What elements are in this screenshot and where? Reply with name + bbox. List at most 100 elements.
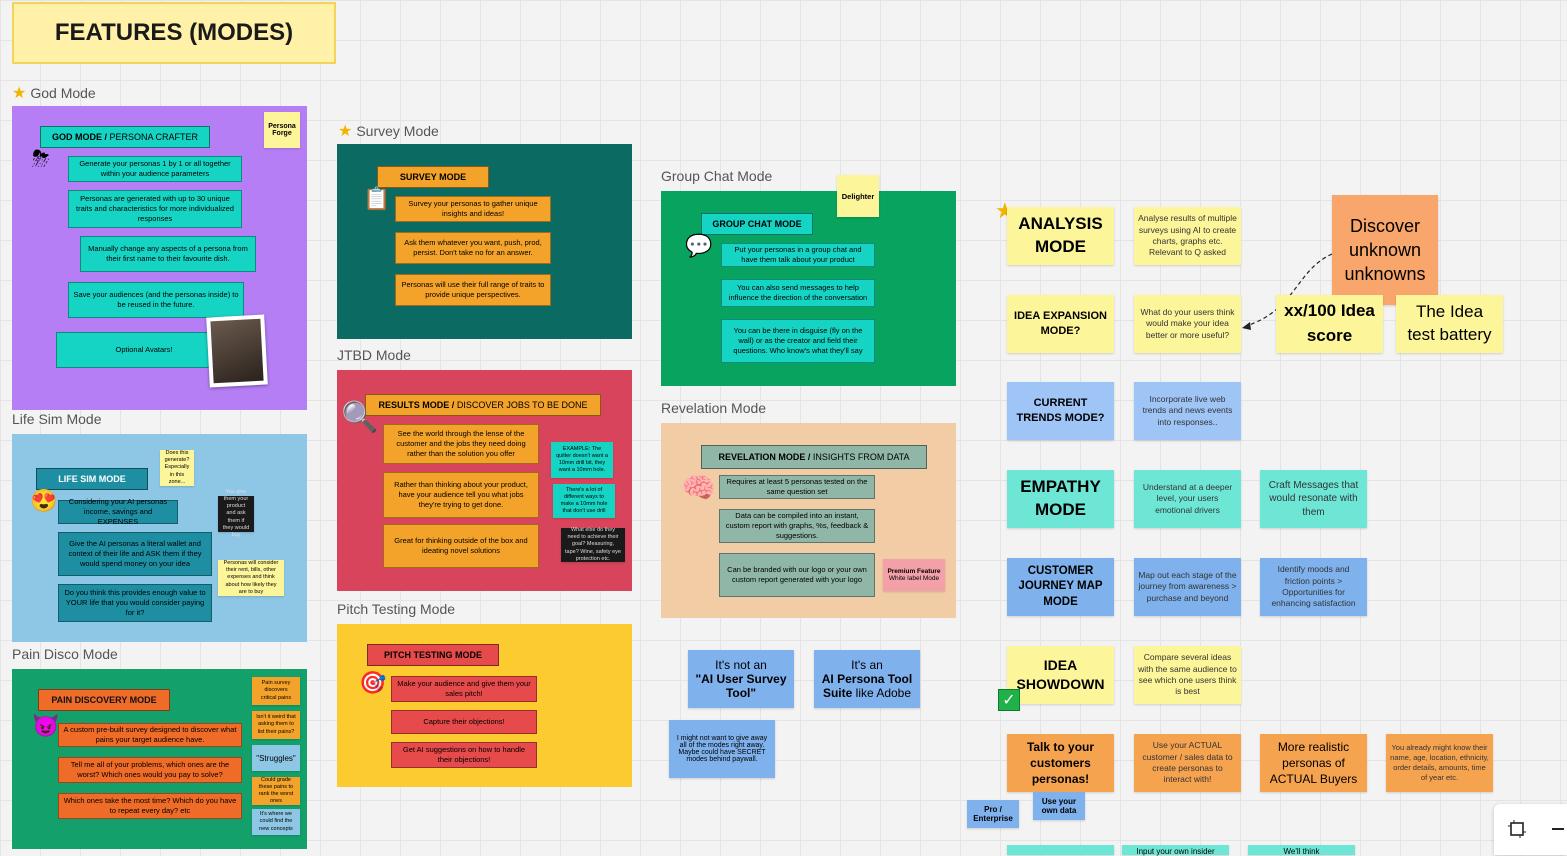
frame-label-god[interactable]: ★ God Mode [12, 83, 96, 103]
analysis-mode-note[interactable]: ANALYSIS MODE [1007, 207, 1114, 265]
jtbd-frame[interactable]: RESULTS MODE / DISCOVER JOBS TO BE DONE … [337, 370, 632, 591]
avatar-photo[interactable] [206, 314, 268, 388]
group-chat-frame[interactable]: Delighter GROUP CHAT MODE 💬 Put your per… [661, 175, 956, 386]
magnifier-icon: 🔍 [341, 401, 379, 434]
current-trends-note[interactable]: CURRENT TRENDS MODE? [1007, 382, 1114, 440]
talk-to-customers-note[interactable]: Talk to your customers personas! [1007, 734, 1114, 792]
not-survey-pre: It's not an [715, 658, 767, 672]
talk-desc-note[interactable]: Use your ACTUAL customer / sales data to… [1134, 734, 1241, 792]
devil-face-icon: 😈 [32, 713, 60, 738]
jtbd-header: RESULTS MODE / DISCOVER JOBS TO BE DONE [365, 394, 601, 416]
god-mode-header: GOD MODE / PERSONA CRAFTER [40, 126, 210, 148]
bottom-sticky-2[interactable]: Input your own insider [1122, 845, 1229, 856]
premium-label: Premium Feature [887, 568, 941, 575]
frame-label-jtbd[interactable]: JTBD Mode [337, 347, 411, 363]
survey-item-3: Personas will use their full range of tr… [395, 274, 551, 306]
pitch-item-2: Capture their objections! [391, 710, 537, 734]
life-item-3: Do you think this provides enough value … [58, 584, 212, 622]
survey-frame[interactable]: SURVEY MODE 📋 Survey your personas to ga… [337, 144, 632, 339]
delighter-tag: Delighter [837, 175, 879, 217]
brain-icon: 🧠 [681, 472, 716, 503]
empathy-mode-note[interactable]: EMPATHY MODE [1007, 470, 1114, 528]
jtbd-note-1: EXAMPLE: The quilter doesn't want a 10mm… [551, 442, 613, 478]
clipboard-icon: 📋 [363, 186, 391, 211]
revelation-item-2: Data can be compiled into an instant, cu… [719, 509, 875, 543]
frame-label-pain[interactable]: Pain Disco Mode [12, 646, 118, 662]
persona-suite-note[interactable]: It's an AI Persona Tool Suite like Adobe [814, 650, 920, 708]
paywall-note[interactable]: I might not want to give away all of the… [669, 720, 775, 778]
life-item-1: Considering your AI personas income, sav… [58, 497, 178, 526]
discover-unknowns-note[interactable]: Discover unknown unknowns [1332, 195, 1438, 305]
frame-label-revelation[interactable]: Revelation Mode [661, 400, 766, 416]
idea-showdown-desc-note[interactable]: Compare several ideas with the same audi… [1134, 646, 1241, 704]
not-survey-tool-note[interactable]: It's not an "AI User Survey Tool" [688, 650, 794, 708]
premium-sublabel: White label Mode [888, 575, 940, 582]
bottom-sticky-1[interactable] [1007, 845, 1114, 855]
frame-label-survey[interactable]: ★ Survey Mode [338, 121, 439, 141]
god-mode-frame[interactable]: GOD MODE / PERSONA CRAFTER Persona Forge… [12, 106, 307, 410]
jtbd-note-2: There's a lot of different ways to make … [553, 484, 615, 518]
own-data-note[interactable]: Use your own data [1033, 792, 1085, 820]
idea-showdown-note[interactable]: IDEA SHOWDOWN [1007, 646, 1114, 704]
idea-expansion-note[interactable]: IDEA EXPANSION MODE? [1007, 295, 1114, 353]
pain-note-1: Pain survey discovers critical pains [252, 677, 300, 705]
analysis-desc-note[interactable]: Analyse results of multiple surveys usin… [1134, 207, 1241, 265]
board-title[interactable]: FEATURES (MODES) [12, 2, 336, 64]
pain-disco-frame[interactable]: PAIN DISCOVERY MODE 😈 A custom pre-built… [12, 669, 307, 849]
life-sim-header: LIFE SIM MODE [36, 468, 148, 490]
jtbd-note-3: What else do they need to achieve their … [561, 527, 625, 562]
checkmark-icon: ✓ [998, 689, 1020, 711]
jtbd-item-3: Great for thinking outside of the box an… [383, 524, 539, 568]
revelation-header: REVELATION MODE / INSIGHTS FROM DATA [701, 445, 927, 469]
zoom-out-icon[interactable] [1552, 828, 1564, 830]
empathy-desc-note[interactable]: Understand at a deeper level, your users… [1134, 470, 1241, 528]
pro-enterprise-note[interactable]: Pro / Enterprise [967, 800, 1019, 828]
group-item-1: Put your personas in a group chat and ha… [721, 243, 875, 267]
survey-item-2: Ask them whatever you want, push, prod, … [395, 232, 551, 264]
pitch-header: PITCH TESTING MODE [367, 644, 499, 666]
persona-suite-rest: like Adobe [852, 686, 912, 700]
talk-desc2-note[interactable]: More realistic personas of ACTUAL Buyers [1260, 734, 1367, 792]
god-item-5: Optional Avatars! [56, 332, 232, 368]
god-item-2: Personas are generated with up to 30 uni… [68, 190, 242, 228]
pitch-item-3: Get AI suggestions on how to handle thei… [391, 742, 537, 768]
empathy-desc2-note[interactable]: Craft Messages that would resonate with … [1260, 470, 1367, 528]
pitch-frame[interactable]: PITCH TESTING MODE 🎯 Make your audience … [337, 624, 632, 787]
talk-desc3-note[interactable]: You already might know their name, age, … [1386, 734, 1493, 792]
speech-bubble-icon: 💬 [685, 233, 713, 258]
idea-score-note[interactable]: xx/100 Idea score [1276, 295, 1383, 353]
group-item-3: You can be there in disguise (fly on the… [721, 319, 875, 363]
persona-forge-tag: Persona Forge [264, 112, 300, 148]
bottom-sticky-3[interactable]: We'll think [1248, 845, 1355, 856]
premium-feature-tag: Premium Feature White label Mode [883, 559, 945, 591]
life-item-2: Give the AI personas a literal wallet an… [58, 532, 212, 576]
life-sim-frame[interactable]: LIFE SIM MODE 😍 Considering your AI pers… [12, 434, 307, 642]
current-trends-desc-note[interactable]: Incorporate live web trends and news eve… [1134, 382, 1241, 440]
star-eyes-emoji-icon: 😍 [30, 488, 58, 513]
frame-label-group[interactable]: Group Chat Mode [661, 168, 772, 184]
journey-desc-note[interactable]: Map out each stage of the journey from a… [1134, 558, 1241, 616]
pain-note-2: Isn't it weird that asking them to list … [252, 711, 300, 739]
revelation-frame[interactable]: REVELATION MODE / INSIGHTS FROM DATA 🧠 R… [661, 423, 956, 618]
zoom-toolbar [1494, 804, 1567, 855]
fit-screen-icon[interactable] [1508, 820, 1526, 838]
star-icon: ★ [12, 85, 27, 102]
journey-desc2-note[interactable]: Identify moods and friction points > Opp… [1260, 558, 1367, 616]
god-item-1: Generate your personas 1 by 1 or all tog… [68, 156, 242, 182]
life-note-2: You give them your product and ask them … [218, 489, 254, 538]
frame-label-pitch[interactable]: Pitch Testing Mode [337, 601, 455, 617]
storm-cloud-icon: ⛈ [32, 146, 50, 171]
idea-expansion-desc-note[interactable]: What do your users think would make your… [1134, 295, 1241, 353]
idea-battery-note[interactable]: The Idea test battery [1396, 295, 1503, 353]
god-item-4: Save your audiences (and the personas in… [68, 282, 244, 318]
journey-map-note[interactable]: CUSTOMER JOURNEY MAP MODE [1007, 558, 1114, 616]
pain-item-3: Which ones take the most time? Which do … [58, 793, 242, 819]
pain-note-5: It's where we could find the new concept… [252, 809, 300, 835]
frame-label-life[interactable]: Life Sim Mode [12, 411, 101, 427]
persona-suite-pre: It's an [851, 658, 883, 672]
life-note-3: Personas will consider their rent, bills… [218, 560, 284, 596]
god-item-3: Manually change any aspects of a persona… [80, 236, 256, 272]
pain-disco-header: PAIN DISCOVERY MODE [38, 689, 170, 711]
survey-item-1: Survey your personas to gather unique in… [395, 196, 551, 222]
life-note-1: Does this generate? Especially in this z… [160, 450, 194, 486]
